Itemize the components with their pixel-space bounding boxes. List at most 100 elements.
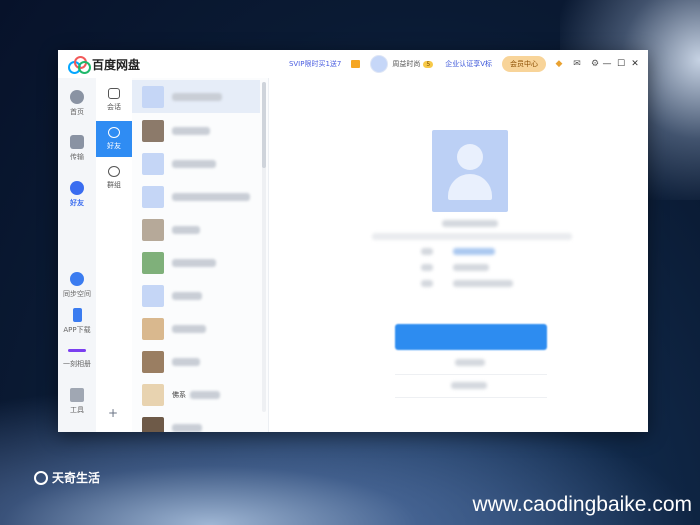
blurred-name xyxy=(172,159,216,168)
list-item[interactable] xyxy=(132,213,260,246)
profile-avatar xyxy=(432,130,508,212)
sidebar-item-tools[interactable]: 工具 xyxy=(58,388,96,415)
person-icon xyxy=(108,127,120,138)
tab-label: 群组 xyxy=(107,181,121,189)
gift-icon[interactable] xyxy=(351,60,361,68)
avatar xyxy=(142,284,164,307)
blurred-field-value xyxy=(453,248,495,255)
avatar xyxy=(142,85,164,108)
blurred-profile-signature xyxy=(372,233,572,240)
sync-icon xyxy=(70,272,84,286)
avatar xyxy=(142,317,164,340)
sidebar-item-label: 好友 xyxy=(70,199,84,207)
blurred-name xyxy=(172,357,200,366)
gamepad-icon[interactable]: ◆ xyxy=(554,59,564,69)
list-scrollbar[interactable] xyxy=(262,82,266,412)
blurred-field-value xyxy=(453,280,513,287)
sidebar-item-home[interactable]: 首页 xyxy=(58,90,96,117)
watermark-logo-icon xyxy=(34,470,48,485)
avatar xyxy=(142,218,164,241)
blurred-name xyxy=(172,92,222,101)
sidebar-item-label: 工具 xyxy=(70,406,84,414)
friend-name: 佛系 xyxy=(172,390,186,399)
list-item[interactable] xyxy=(132,114,260,147)
maximize-icon[interactable]: ☐ xyxy=(614,59,628,69)
svip-promo-link[interactable]: SVIP限时买1送7 xyxy=(289,59,341,69)
group-icon xyxy=(108,166,120,177)
blurred-profile-name xyxy=(442,220,498,227)
album-icon xyxy=(68,349,86,352)
avatar xyxy=(142,416,164,432)
blurred-field-label xyxy=(421,264,433,271)
blurred-name xyxy=(172,225,200,234)
avatar xyxy=(142,251,164,274)
tertiary-action-button[interactable] xyxy=(395,375,547,398)
tab-groups[interactable]: 群组 xyxy=(96,160,132,196)
tab-label: 会话 xyxy=(107,103,121,111)
member-center-button[interactable]: 会员中心 xyxy=(502,56,546,72)
avatar xyxy=(142,119,164,142)
sidebar-item-transfer[interactable]: 传输 xyxy=(58,135,96,162)
scroll-thumb[interactable] xyxy=(262,82,266,168)
list-item[interactable]: 佛系 xyxy=(132,378,260,411)
blurred-field-value xyxy=(453,264,489,271)
secondary-action-button[interactable] xyxy=(395,352,547,375)
sidebar-item-label: 一刻相册 xyxy=(63,360,91,368)
blurred-name xyxy=(172,258,216,267)
mail-icon[interactable]: ✉ xyxy=(572,59,582,69)
sidebar-item-label: APP下载 xyxy=(63,326,91,334)
blurred-name xyxy=(172,192,250,201)
avatar xyxy=(142,185,164,208)
minimize-icon[interactable]: — xyxy=(600,59,614,69)
sidebar-item-app-download[interactable]: APP下载 xyxy=(58,308,96,335)
phone-icon xyxy=(72,308,82,322)
blurred-name xyxy=(172,126,210,135)
enterprise-verify-link[interactable]: 企业认证享V标 xyxy=(445,59,492,69)
add-friend-button[interactable]: + xyxy=(108,406,118,420)
grid-icon xyxy=(70,388,84,402)
cloud-icon xyxy=(70,90,84,104)
sidebar-item-friends[interactable]: 好友 xyxy=(58,181,96,208)
friends-subnav: 会话 好友 群组 + xyxy=(96,78,133,432)
watermark-url: www.caodingbaike.com xyxy=(472,493,692,516)
blurred-name xyxy=(190,390,220,399)
blurred-field-label xyxy=(421,248,433,255)
app-window: 百度网盘 SVIP限时买1送7 周益时尚 5 企业认证享V标 会员中心 ◆ ✉ … xyxy=(58,50,648,432)
sidebar-item-album[interactable]: 一刻相册 xyxy=(58,344,96,369)
chat-icon xyxy=(108,88,120,99)
user-avatar[interactable] xyxy=(370,55,389,73)
friend-detail-panel xyxy=(269,78,648,432)
list-item[interactable] xyxy=(132,345,260,378)
settings-icon[interactable]: ⚙ xyxy=(590,59,600,69)
friend-list: 佛系 xyxy=(132,78,269,432)
blurred-name xyxy=(172,291,202,300)
sidebar-item-label: 首页 xyxy=(70,108,84,116)
friends-icon xyxy=(70,181,84,195)
close-icon[interactable]: ✕ xyxy=(628,59,642,69)
send-message-button[interactable] xyxy=(395,324,547,350)
list-item[interactable] xyxy=(132,411,260,432)
list-item[interactable] xyxy=(132,147,260,180)
level-badge: 5 xyxy=(423,60,434,68)
titlebar: 百度网盘 SVIP限时买1送7 周益时尚 5 企业认证享V标 会员中心 ◆ ✉ … xyxy=(58,50,648,79)
watermark-left-text: 天奇生活 xyxy=(52,471,101,485)
list-item[interactable] xyxy=(132,246,260,279)
main-sidebar: 首页 传输 好友 同步空间 APP下载 一刻相册 工具 xyxy=(58,78,97,432)
sidebar-item-label: 同步空间 xyxy=(63,290,91,298)
transfer-icon xyxy=(70,135,84,149)
avatar xyxy=(142,383,164,406)
list-item[interactable] xyxy=(132,80,260,113)
blurred-field-label xyxy=(421,280,433,287)
blurred-name xyxy=(172,324,206,333)
list-item[interactable] xyxy=(132,279,260,312)
list-item[interactable] xyxy=(132,312,260,345)
app-title: 百度网盘 xyxy=(92,57,141,72)
tab-chat[interactable]: 会话 xyxy=(96,82,132,118)
avatar xyxy=(142,152,164,175)
baidu-netdisk-logo-icon xyxy=(68,56,91,74)
tab-friends[interactable]: 好友 xyxy=(96,121,132,157)
list-item[interactable] xyxy=(132,180,260,213)
avatar xyxy=(142,350,164,373)
sidebar-item-sync[interactable]: 同步空间 xyxy=(58,272,96,299)
username[interactable]: 周益时尚 xyxy=(392,59,420,69)
